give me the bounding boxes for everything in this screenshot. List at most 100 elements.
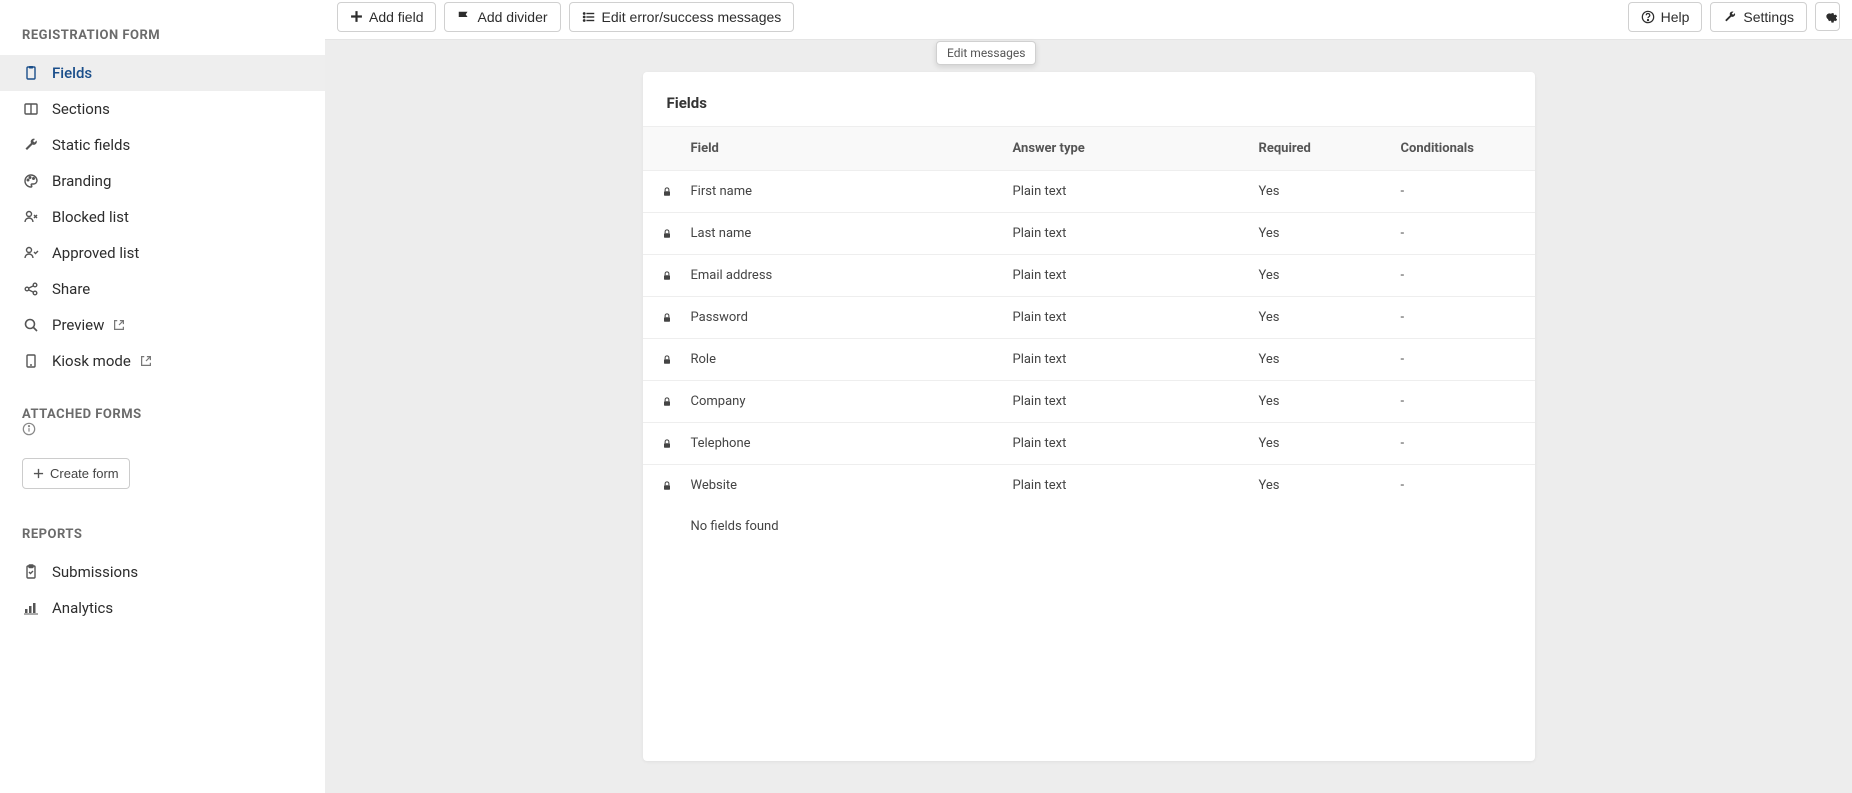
wrench-icon [1723,10,1737,24]
add-field-label: Add field [369,9,423,25]
cell-answer: Plain text [1013,478,1259,493]
table-row[interactable]: Last namePlain textYes- [643,213,1535,255]
sidebar-item-label: Share [52,280,90,298]
wrench-icon [22,136,40,154]
sidebar-section-attached: ATTACHED FORMS [0,379,325,448]
flag-icon [457,10,471,24]
table-row[interactable]: First namePlain textYes- [643,171,1535,213]
lock-icon [643,186,691,198]
no-fields-row: No fields found [643,506,1535,547]
cell-required: Yes [1259,268,1401,283]
sidebar: REGISTRATION FORM FieldsSectionsStatic f… [0,0,325,793]
header-required: Required [1259,141,1401,156]
table-header: Field Answer type Required Conditionals [643,126,1535,171]
cell-answer: Plain text [1013,184,1259,199]
edit-messages-button[interactable]: Edit error/success messages [569,2,795,32]
sidebar-item-label: Submissions [52,563,138,581]
cell-answer: Plain text [1013,268,1259,283]
cell-conditionals: - [1401,352,1535,367]
sidebar-item-label: Preview [52,316,104,334]
external-icon [139,354,153,368]
palette-icon [22,172,40,190]
cell-required: Yes [1259,478,1401,493]
fields-table: Field Answer type Required Conditionals … [643,126,1535,547]
header-answer: Answer type [1013,141,1259,156]
cell-conditionals: - [1401,436,1535,451]
cell-field: Password [691,310,1013,325]
clipboard-icon [22,64,40,82]
sidebar-item-share[interactable]: Share [0,271,325,307]
sidebar-item-sections[interactable]: Sections [0,91,325,127]
attached-forms-label: ATTACHED FORMS [22,407,142,422]
lock-icon [643,312,691,324]
plus-icon [350,10,363,23]
sidebar-item-label: Blocked list [52,208,129,226]
table-row[interactable]: WebsitePlain textYes- [643,465,1535,506]
add-field-button[interactable]: Add field [337,2,436,32]
user-check-icon [22,244,40,262]
sidebar-item-static-fields[interactable]: Static fields [0,127,325,163]
sidebar-item-label: Kiosk mode [52,352,131,370]
sidebar-item-approved-list[interactable]: Approved list [0,235,325,271]
settings-button[interactable]: Settings [1710,2,1807,32]
add-divider-label: Add divider [477,9,547,25]
cell-conditionals: - [1401,478,1535,493]
sidebar-item-label: Sections [52,100,110,118]
help-icon [1641,10,1655,24]
header-conditionals: Conditionals [1401,141,1535,156]
sidebar-item-branding[interactable]: Branding [0,163,325,199]
card-title: Fields [643,72,1535,126]
sidebar-item-label: Static fields [52,136,130,154]
help-label: Help [1661,9,1690,25]
header-field: Field [691,141,1013,156]
tablet-icon [22,352,40,370]
sidebar-item-preview[interactable]: Preview [0,307,325,343]
sidebar-item-fields[interactable]: Fields [0,55,325,91]
sidebar-section-reports: REPORTS [0,499,325,554]
table-row[interactable]: PasswordPlain textYes- [643,297,1535,339]
cell-answer: Plain text [1013,394,1259,409]
cell-required: Yes [1259,310,1401,325]
edit-messages-label: Edit error/success messages [602,9,782,25]
user-x-icon [22,208,40,226]
help-button[interactable]: Help [1628,2,1703,32]
cell-required: Yes [1259,226,1401,241]
columns-icon [22,100,40,118]
toolbar: Add field Add divider Edit error/success… [325,0,1852,40]
sidebar-item-label: Analytics [52,599,113,617]
cell-conditionals: - [1401,310,1535,325]
lock-icon [643,228,691,240]
create-form-button[interactable]: Create form [22,458,130,489]
cell-field: Company [691,394,1013,409]
info-icon[interactable] [22,422,303,436]
sidebar-item-label: Branding [52,172,111,190]
cell-field: Email address [691,268,1013,283]
cell-conditionals: - [1401,394,1535,409]
table-row[interactable]: Email addressPlain textYes- [643,255,1535,297]
sidebar-item-blocked-list[interactable]: Blocked list [0,199,325,235]
sidebar-report-analytics[interactable]: Analytics [0,590,325,626]
sidebar-item-label: Fields [52,64,92,82]
fields-card: Fields Field Answer type Required Condit… [643,72,1535,761]
lock-icon [643,480,691,492]
lock-icon [643,438,691,450]
lock-icon [643,354,691,366]
settings-label: Settings [1743,9,1794,25]
cell-field: Website [691,478,1013,493]
cell-answer: Plain text [1013,436,1259,451]
table-row[interactable]: TelephonePlain textYes- [643,423,1535,465]
gear-button[interactable] [1815,2,1840,31]
sidebar-report-submissions[interactable]: Submissions [0,554,325,590]
share-icon [22,280,40,298]
chart-icon [22,599,40,617]
cell-required: Yes [1259,184,1401,199]
search-icon [22,316,40,334]
cell-field: Last name [691,226,1013,241]
clipboard-check-icon [22,563,40,581]
table-row[interactable]: RolePlain textYes- [643,339,1535,381]
sidebar-item-kiosk-mode[interactable]: Kiosk mode [0,343,325,379]
cell-answer: Plain text [1013,310,1259,325]
add-divider-button[interactable]: Add divider [444,2,560,32]
cell-required: Yes [1259,436,1401,451]
table-row[interactable]: CompanyPlain textYes- [643,381,1535,423]
